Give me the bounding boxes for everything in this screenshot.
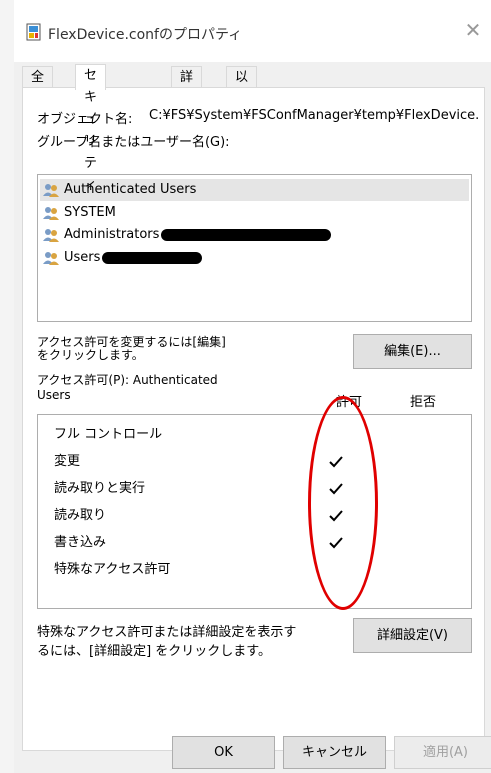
- tab-security[interactable]: セキュリティ: [75, 64, 107, 193]
- dialog-client: 全般 セキュリティ 詳細 以前のバージョン オブジェクト名: C:¥FS¥Sys…: [14, 62, 491, 773]
- permissions-list: フル コントロール 変更 読み取りと実行 読み取り 書き込み 特殊なアクセス許可: [37, 414, 472, 609]
- user-item-administrators[interactable]: Administrators: [40, 224, 332, 246]
- permission-modify: 変更: [54, 454, 81, 469]
- users-group-icon: [43, 229, 59, 242]
- user-item-system[interactable]: SYSTEM: [40, 202, 116, 224]
- redaction-mark: [161, 229, 332, 241]
- users-group-icon: [43, 184, 59, 197]
- document-icon: [26, 23, 41, 41]
- advanced-instructions: 特殊なアクセス許可または詳細設定を表示す るには、[詳細設定] をクリックします…: [37, 623, 296, 661]
- annotation-circle: [308, 396, 378, 610]
- window-edge: [0, 0, 15, 773]
- edit-instructions: アクセス許可を変更するには[編集] をクリックします。: [37, 336, 226, 362]
- advanced-button[interactable]: 詳細設定(V): [353, 618, 472, 653]
- permissions-label-line1: アクセス許可(P): Authenticated: [37, 373, 218, 387]
- user-item-authenticated-users[interactable]: Authenticated Users: [40, 179, 469, 201]
- tab-general[interactable]: 全般: [22, 66, 54, 107]
- tab-previous-versions[interactable]: 以前のバージョン: [226, 66, 258, 239]
- window-title: FlexDevice.confのプロパティ: [48, 27, 243, 43]
- properties-window: FlexDevice.confのプロパティ ✕ 全般 セキュリティ 詳細 以前の…: [0, 0, 491, 773]
- apply-button[interactable]: 適用(A): [394, 736, 491, 769]
- redaction-mark: [102, 252, 203, 264]
- user-item-label: Administrators: [64, 227, 160, 242]
- close-icon[interactable]: ✕: [461, 18, 485, 42]
- permissions-for-label: アクセス許可(P): Authenticated Users: [37, 373, 218, 403]
- permission-write: 書き込み: [54, 535, 107, 550]
- advanced-instructions-line1: 特殊なアクセス許可または詳細設定を表示す: [37, 625, 297, 640]
- advanced-instructions-line2: るには、[詳細設定] をクリックします。: [37, 644, 271, 659]
- ok-button[interactable]: OK: [172, 736, 275, 769]
- users-group-icon: [43, 207, 59, 220]
- group-list-label: グループ名またはユーザー名(G):: [37, 135, 230, 150]
- user-item-label: Users: [64, 250, 101, 265]
- tab-details[interactable]: 詳細: [171, 66, 203, 107]
- permission-read-execute: 読み取りと実行: [54, 481, 146, 496]
- user-item-label: SYSTEM: [64, 205, 116, 220]
- user-item-users[interactable]: Users: [40, 247, 203, 269]
- edit-instructions-line2: をクリックします。: [37, 348, 144, 362]
- users-group-icon: [43, 252, 59, 265]
- permission-full-control: フル コントロール: [54, 427, 163, 442]
- deny-column-header: 拒否: [410, 395, 437, 410]
- permissions-label-line2: Users: [37, 388, 71, 402]
- permission-read: 読み取り: [54, 508, 107, 523]
- title-bar: FlexDevice.confのプロパティ ✕: [14, 0, 491, 62]
- cancel-button[interactable]: キャンセル: [283, 736, 386, 769]
- object-name-value: C:¥FS¥System¥FSConfManager¥temp¥FlexDevi…: [149, 108, 480, 123]
- edit-button[interactable]: 編集(E)...: [353, 334, 472, 369]
- permission-special: 特殊なアクセス許可: [54, 562, 171, 577]
- user-list[interactable]: Authenticated Users SYSTEM Administrator…: [37, 174, 472, 322]
